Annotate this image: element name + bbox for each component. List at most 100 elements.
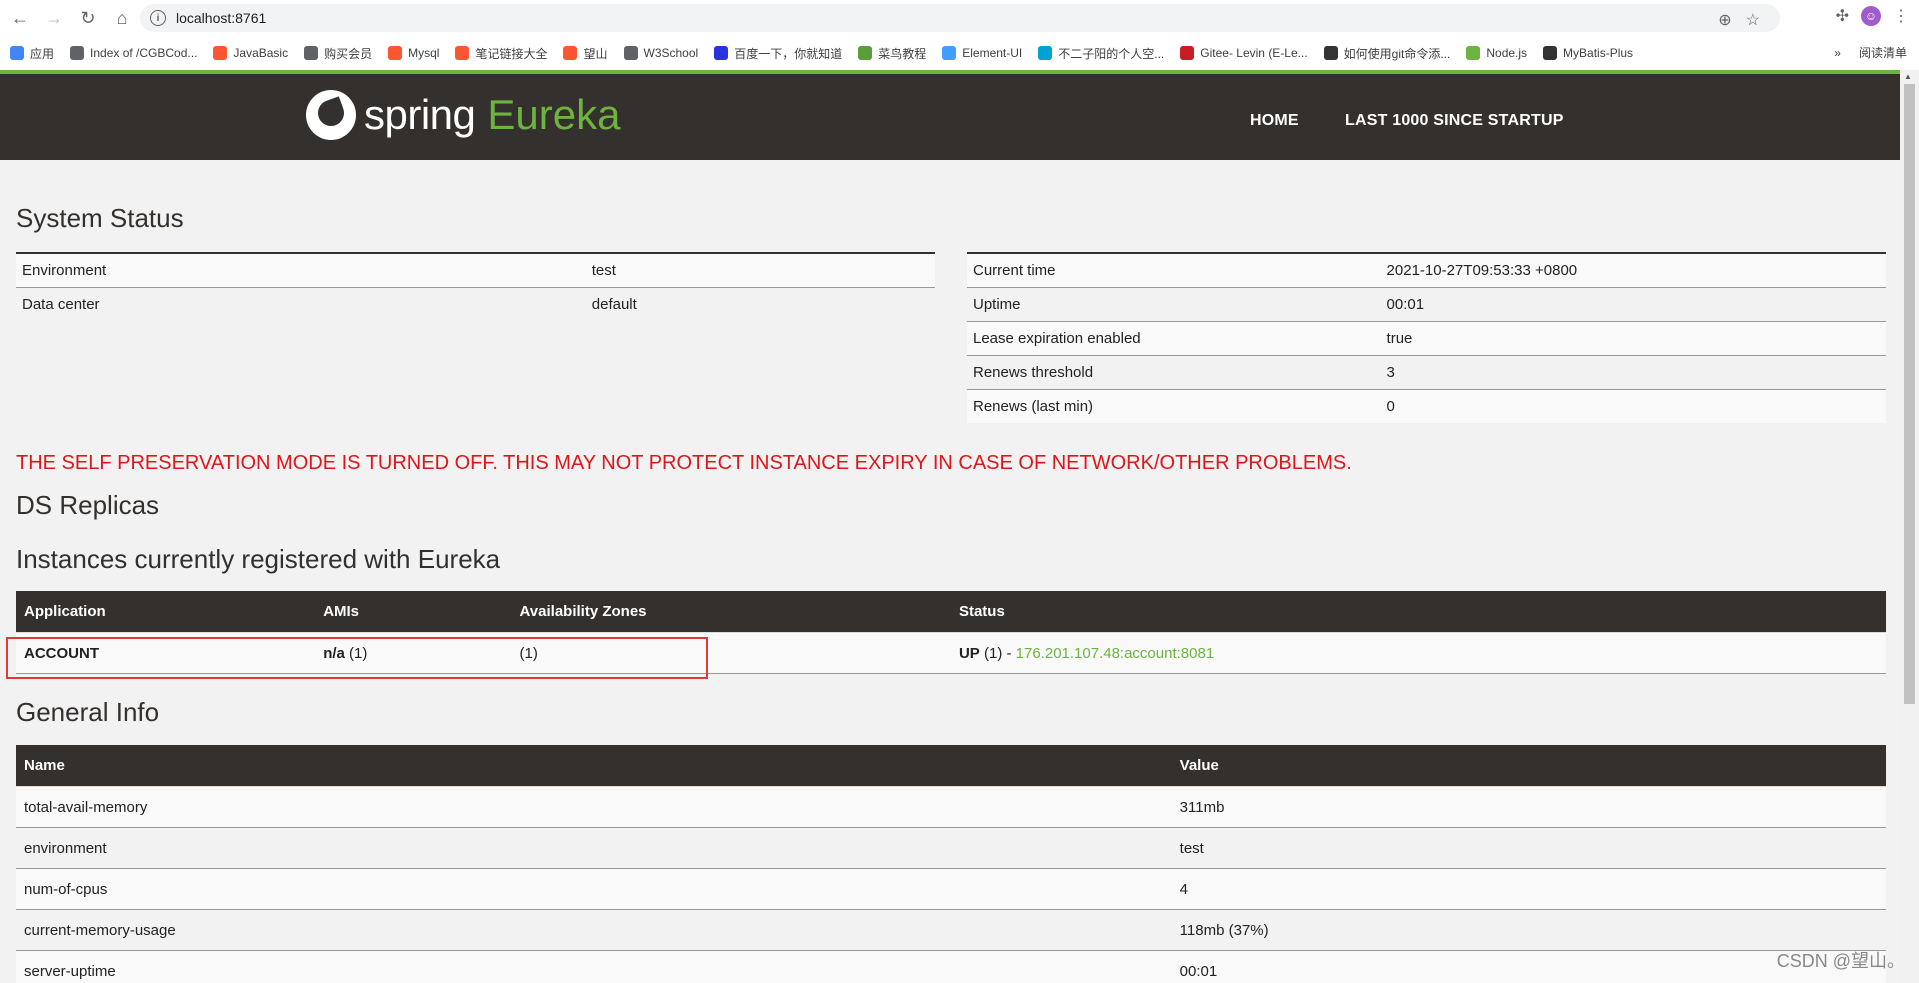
status-row: Lease expiration enabled true [967,321,1886,356]
globe-icon [304,46,319,60]
bookmark-label: Index of /CGBCod... [90,46,198,60]
general-info-table: Name Value total-avail-memory 311mb environ… [16,745,1886,983]
bookmark-label: 菜鸟教程 [878,46,927,61]
git-icon [1323,46,1338,60]
browser-toolbar: ← → ↻ ⌂ i localhost:8761 ⊕ ☆ ✣ ☺ ⋮ [0,0,1919,36]
forward-icon[interactable]: → [40,4,68,32]
table-row: num-of-cpus 4 [16,868,1886,910]
status-key: Uptime [967,287,1381,322]
runoob-icon [858,46,873,60]
menu-kebab-icon[interactable]: ⋮ [1893,6,1909,26]
spring-eureka-logo[interactable]: spring Eureka [306,90,620,140]
bookmark-item[interactable]: 应用 [10,45,54,62]
bilibili-icon [1038,46,1053,60]
reload-icon[interactable]: ↻ [74,4,102,32]
globe-icon [623,46,638,60]
csdn-icon [563,46,578,60]
status-row: Uptime 00:01 [967,287,1886,322]
bookmark-label: 望山 [583,46,608,61]
system-status-right-table: Current time 2021-10-27T09:53:33 +0800 Upt… [967,252,1886,423]
bookmark-item[interactable]: 不二子阳的个人空... [1038,45,1164,62]
bookmark-item[interactable]: 购买会员 [304,45,372,62]
instances-header: Application [16,591,316,633]
bookmark-item[interactable]: W3School [623,46,699,60]
address-bar[interactable]: i localhost:8761 ⊕ ☆ [140,4,1780,32]
self-preservation-warning: THE SELF PRESERVATION MODE IS TURNED OFF… [16,452,1352,474]
site-info-icon[interactable]: i [150,10,166,26]
bookmark-label: 百度一下，你就知道 [734,46,843,61]
bookmark-item[interactable]: Node.js [1466,46,1527,60]
back-icon[interactable]: ← [6,4,34,32]
zoom-icon[interactable]: ⊕ [1718,10,1731,30]
csdn-icon [388,46,403,60]
general-info-header: Name [16,745,1172,787]
bookmark-label: Gitee- Levin (E-Le... [1200,46,1308,60]
home-icon[interactable]: ⌂ [108,4,136,32]
info-name: current-memory-usage [16,909,1172,951]
info-name: server-uptime [16,950,1172,983]
info-value: 311mb [1171,786,1886,828]
bookmark-item[interactable]: Element-UI [942,46,1022,60]
instances-header: AMIs [315,591,512,633]
general-info-title: General Info [16,697,160,727]
status-value: 0 [1380,389,1886,423]
table-row: current-memory-usage 118mb (37%) [16,909,1886,951]
element-icon [942,46,957,60]
apps-icon [10,46,24,60]
bookmark-item[interactable]: Index of /CGBCod... [70,46,197,60]
bookmarks-right: » 阅读清单 [1834,44,1907,61]
status-value: 3 [1380,355,1886,390]
info-name: num-of-cpus [16,868,1172,910]
bookmark-label: 如何使用git命令添... [1343,46,1451,61]
bookmark-item[interactable]: 百度一下，你就知道 [714,45,842,62]
bookmark-item[interactable]: JavaBasic [213,46,288,60]
status-row: Renews threshold 3 [967,355,1886,390]
bookmark-item[interactable]: 望山 [563,45,608,62]
profile-avatar[interactable]: ☺ [1861,6,1881,26]
status-row: Current time 2021-10-27T09:53:33 +0800 [967,252,1886,288]
bookmark-label: MyBatis-Plus [1563,46,1634,60]
bookmark-item[interactable]: MyBatis-Plus [1543,46,1633,60]
instances-header: Availability Zones [511,591,951,633]
nav-home[interactable]: HOME [1250,112,1299,130]
bookmark-item[interactable]: 如何使用git命令添... [1323,45,1451,62]
status-value: 00:01 [1380,287,1886,322]
status-row: Environment test [16,252,935,288]
scrollbar-thumb[interactable] [1904,84,1915,704]
info-value: 4 [1171,868,1886,910]
bookmarks-bar: 应用 Index of /CGBCod... JavaBasic 购买会员 Mysql 笔… [0,36,1919,70]
extensions-icon[interactable]: ✣ [1836,6,1849,26]
mybatis-icon [1543,46,1558,60]
status-cell: UP (1) - 176.201.107.48:account:8081 [950,632,1886,674]
system-status-left-table: Environment test Data center default [16,252,935,321]
spring-leaf-icon [306,90,356,140]
status-key: Data center [16,287,586,321]
logo-spring-text: spring [364,91,476,138]
csdn-icon [213,46,228,60]
url-text[interactable]: localhost:8761 [176,10,266,26]
bookmark-label: 不二子阳的个人空... [1058,46,1165,61]
bookmark-label: 笔记链接大全 [475,46,548,61]
bookmark-star-icon[interactable]: ☆ [1746,10,1760,30]
bookmark-label: Node.js [1486,46,1528,60]
bookmark-label: Mysql [408,46,440,60]
scroll-up-icon[interactable]: ▲ [1904,72,1912,81]
bookmark-item[interactable]: Mysql [388,46,439,60]
bookmark-item[interactable]: 菜鸟教程 [858,45,926,62]
instances-header: Status [950,591,1886,633]
page-scrollbar[interactable]: ▲ [1900,70,1919,983]
page-content: spring Eureka HOME LAST 1000 SINCE START… [0,70,1900,983]
status-key: Renews (last min) [967,389,1381,423]
instance-link[interactable]: 176.201.107.48:account:8081 [1016,645,1215,662]
status-count: (1) - [983,644,1016,662]
globe-icon [70,46,85,60]
bookmark-item[interactable]: 笔记链接大全 [455,45,547,62]
info-value: 118mb (37%) [1171,909,1886,951]
more-bookmarks-icon[interactable]: » [1834,46,1841,60]
status-key: Renews threshold [967,355,1381,390]
reading-list-button[interactable]: 阅读清单 [1859,44,1907,61]
bookmark-item[interactable]: Gitee- Levin (E-Le... [1180,46,1308,60]
nav-last-1000[interactable]: LAST 1000 SINCE STARTUP [1345,112,1564,130]
bookmark-label: JavaBasic [233,46,289,60]
bookmark-label: W3School [643,46,699,60]
